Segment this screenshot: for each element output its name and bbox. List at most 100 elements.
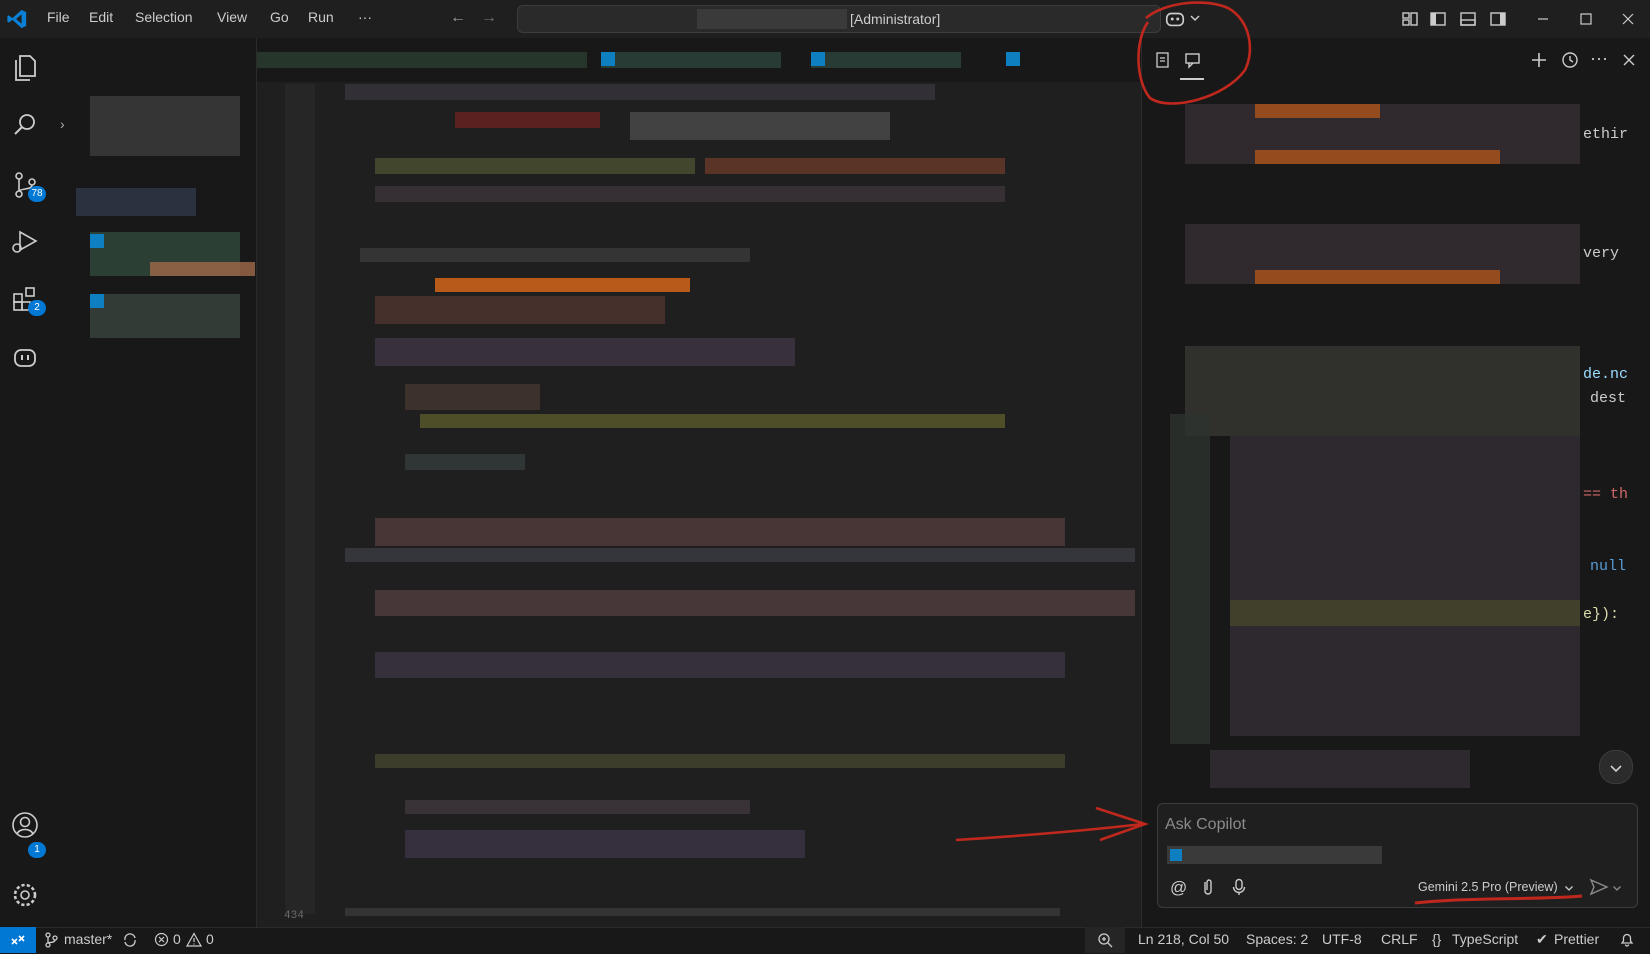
blurred-chat-code bbox=[1230, 436, 1580, 736]
blurred-chat-code bbox=[1210, 750, 1470, 788]
chat-input-placeholder[interactable]: Ask Copilot bbox=[1165, 816, 1246, 834]
toggle-secondary-sidebar-icon[interactable] bbox=[1488, 9, 1508, 29]
blurred-sidebar-block bbox=[90, 294, 104, 308]
blurred-chat-code bbox=[1185, 346, 1580, 436]
sync-icon[interactable] bbox=[122, 932, 138, 948]
remote-icon bbox=[11, 935, 25, 945]
history-icon[interactable] bbox=[1560, 50, 1580, 70]
attached-context-chip[interactable] bbox=[1167, 846, 1382, 864]
blurred-code-line bbox=[375, 338, 795, 366]
menu-edit[interactable]: Edit bbox=[89, 9, 113, 25]
menu-file[interactable]: File bbox=[47, 9, 70, 25]
line-endings[interactable]: CRLF bbox=[1381, 931, 1418, 947]
menu-view[interactable]: View bbox=[217, 9, 247, 25]
encoding[interactable]: UTF-8 bbox=[1322, 931, 1362, 947]
maximize-icon[interactable] bbox=[1576, 9, 1596, 29]
explorer-icon[interactable] bbox=[8, 50, 42, 84]
copilot-chat-icon[interactable] bbox=[8, 340, 42, 374]
mention-icon[interactable]: @ bbox=[1170, 878, 1187, 898]
edits-icon[interactable] bbox=[1153, 50, 1173, 70]
extensions-badge: 2 bbox=[28, 300, 46, 316]
blurred-code-line bbox=[405, 384, 540, 410]
chevron-down-icon[interactable] bbox=[1612, 883, 1622, 893]
branch-name[interactable]: master* bbox=[64, 931, 112, 947]
blurred-code-line bbox=[405, 830, 805, 858]
accounts-badge: 1 bbox=[28, 842, 46, 858]
blurred-sidebar-block bbox=[76, 188, 196, 216]
send-icon[interactable] bbox=[1589, 878, 1609, 896]
zoom-indicator[interactable] bbox=[1085, 927, 1125, 953]
source-control-badge: 78 bbox=[28, 186, 46, 202]
close-panel-icon[interactable] bbox=[1619, 50, 1639, 70]
accounts-icon[interactable] bbox=[8, 808, 42, 842]
error-count[interactable]: 0 bbox=[173, 931, 181, 947]
close-icon[interactable] bbox=[1618, 9, 1638, 29]
scroll-to-bottom-button[interactable] bbox=[1599, 750, 1633, 784]
zoom-in-icon bbox=[1098, 933, 1113, 948]
search-icon[interactable] bbox=[8, 108, 42, 142]
git-branch-icon bbox=[45, 932, 58, 948]
attach-paperclip-icon[interactable] bbox=[1200, 878, 1216, 896]
blurred-code-line bbox=[345, 84, 935, 100]
blurred-sidebar-block bbox=[90, 234, 104, 248]
indentation[interactable]: Spaces: 2 bbox=[1246, 931, 1308, 947]
blurred-code-line bbox=[405, 454, 525, 470]
blurred-tab-icon bbox=[601, 52, 615, 66]
blurred-tab-icon bbox=[1006, 52, 1020, 66]
blurred-title-text bbox=[697, 9, 847, 29]
menu-selection[interactable]: Selection bbox=[135, 9, 193, 25]
back-arrow-icon[interactable]: ← bbox=[450, 9, 466, 27]
microphone-icon[interactable] bbox=[1231, 878, 1247, 896]
blurred-tab-icon bbox=[811, 52, 825, 66]
blurred-chat-code bbox=[1255, 104, 1380, 118]
code-fragment: e}): bbox=[1583, 606, 1620, 623]
copilot-icon[interactable] bbox=[1164, 8, 1186, 30]
chevron-right-icon[interactable]: › bbox=[60, 116, 65, 132]
line-number-partial: 434 bbox=[284, 910, 304, 922]
menu-go[interactable]: Go bbox=[270, 9, 289, 25]
blurred-tab[interactable] bbox=[811, 52, 961, 68]
code-fragment: == th bbox=[1583, 486, 1629, 503]
forward-arrow-icon[interactable]: → bbox=[481, 9, 497, 27]
blurred-code-line bbox=[420, 414, 1005, 428]
warning-icon[interactable] bbox=[186, 932, 202, 947]
blurred-code-line bbox=[375, 158, 695, 174]
blurred-code-line bbox=[360, 248, 750, 262]
blurred-code-line bbox=[455, 112, 600, 128]
run-debug-icon[interactable] bbox=[8, 224, 42, 258]
bell-icon[interactable] bbox=[1619, 931, 1635, 947]
code-fragment: null bbox=[1590, 558, 1627, 575]
gear-icon[interactable] bbox=[8, 878, 42, 912]
toggle-panel-icon[interactable] bbox=[1458, 9, 1478, 29]
check-icon: ✔ bbox=[1536, 931, 1548, 947]
language-mode[interactable]: TypeScript bbox=[1452, 931, 1518, 947]
menu-more[interactable]: ··· bbox=[358, 9, 372, 25]
remote-indicator[interactable] bbox=[0, 927, 36, 953]
model-picker[interactable]: Gemini 2.5 Pro (Preview) bbox=[1418, 880, 1558, 894]
customize-layout-icon[interactable] bbox=[1400, 9, 1420, 29]
more-actions-icon[interactable]: ··· bbox=[1590, 48, 1608, 69]
blurred-code-line bbox=[375, 518, 1065, 546]
blurred-code-line bbox=[705, 158, 1005, 174]
vscode-logo-icon bbox=[7, 9, 27, 29]
error-icon[interactable] bbox=[154, 932, 169, 947]
blurred-chat-code-gutter bbox=[1170, 414, 1210, 744]
minimize-icon[interactable] bbox=[1533, 9, 1553, 29]
blurred-code-line bbox=[345, 548, 1135, 562]
blurred-tab[interactable] bbox=[257, 52, 587, 68]
blurred-tab[interactable] bbox=[601, 52, 781, 68]
prettier-status[interactable]: Prettier bbox=[1554, 931, 1599, 947]
menu-run[interactable]: Run bbox=[308, 9, 334, 25]
chevron-down-icon[interactable] bbox=[1189, 12, 1201, 24]
chat-icon[interactable] bbox=[1183, 50, 1203, 70]
plus-icon[interactable] bbox=[1529, 50, 1549, 70]
blurred-code-line bbox=[375, 296, 665, 324]
blurred-code-line bbox=[405, 800, 750, 814]
chevron-down-icon bbox=[1610, 765, 1622, 773]
cursor-position[interactable]: Ln 218, Col 50 bbox=[1138, 931, 1229, 947]
warning-count[interactable]: 0 bbox=[206, 931, 214, 947]
toggle-primary-sidebar-icon[interactable] bbox=[1428, 9, 1448, 29]
code-fragment: ethir bbox=[1583, 126, 1629, 143]
editor-horizontal-scrollbar[interactable] bbox=[345, 908, 1060, 916]
chevron-down-icon[interactable] bbox=[1564, 883, 1574, 893]
